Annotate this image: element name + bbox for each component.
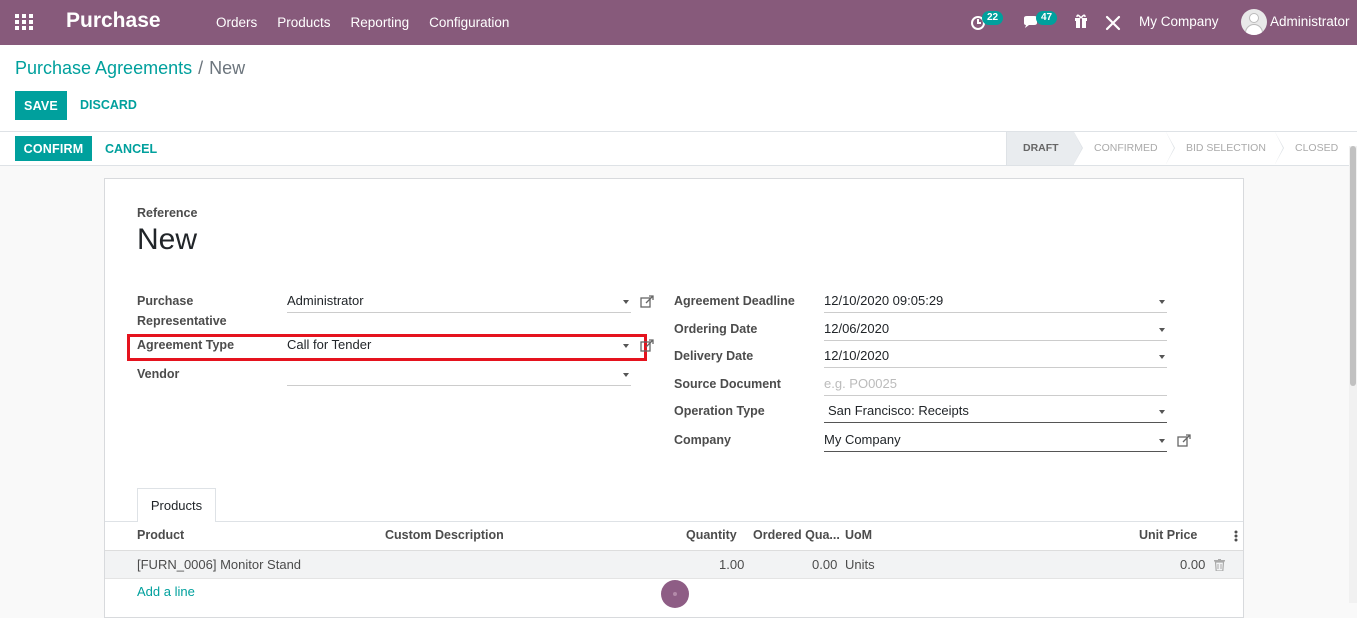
company-field[interactable]: My Company	[824, 430, 1167, 452]
purchase-rep-value: Administrator	[287, 293, 364, 308]
reference-label: Reference	[137, 206, 198, 220]
loading-spinner	[661, 580, 689, 608]
dropdown-caret-icon	[1159, 410, 1165, 414]
source-document-label: Source Document	[674, 377, 781, 391]
add-line-link[interactable]: Add a line	[137, 584, 195, 599]
stage-closed[interactable]: CLOSED	[1275, 132, 1348, 165]
activity-menu[interactable]: 22	[968, 11, 1008, 33]
external-link-icon[interactable]	[640, 295, 654, 309]
purchase-rep-field[interactable]: Administrator	[287, 291, 631, 313]
menu-reporting[interactable]: Reporting	[341, 0, 420, 45]
page-scrollbar[interactable]	[1349, 146, 1357, 603]
ordering-date-label: Ordering Date	[674, 322, 758, 336]
optional-columns-icon[interactable]	[1234, 530, 1238, 542]
dropdown-caret-icon	[623, 344, 629, 348]
cell-product: [FURN_0006] Monitor Stand	[137, 557, 302, 572]
cell-uom: Units	[845, 557, 875, 572]
dropdown-caret-icon	[623, 300, 629, 304]
agreement-deadline-value: 12/10/2020 09:05:29	[824, 293, 944, 308]
breadcrumb: Purchase Agreements / New	[15, 58, 245, 79]
user-avatar[interactable]	[1241, 9, 1267, 35]
breadcrumb-parent[interactable]: Purchase Agreements	[15, 58, 192, 78]
external-link-icon[interactable]	[1177, 434, 1191, 448]
vendor-label: Vendor	[137, 367, 180, 381]
table-row[interactable]: [FURN_0006] Monitor Stand 1.00 0.00 Unit…	[105, 551, 1243, 579]
menu-products[interactable]: Products	[267, 0, 340, 45]
menu-orders[interactable]: Orders	[206, 0, 267, 45]
vendor-field[interactable]	[287, 364, 631, 386]
top-navbar: Purchase Orders Products Reporting Confi…	[0, 0, 1357, 45]
agreement-type-value: Call for Tender	[287, 337, 372, 352]
cell-quantity: 1.00	[719, 557, 745, 572]
status-bar: DRAFT CONFIRMED BID SELECTION CLOSED	[1006, 132, 1348, 165]
breadcrumb-current: New	[209, 58, 246, 78]
delivery-date-field[interactable]: 12/10/2020	[824, 346, 1167, 368]
stage-draft[interactable]: DRAFT	[1006, 132, 1083, 165]
dropdown-caret-icon	[1159, 300, 1165, 304]
stage-bid-selection-label: BID SELECTION	[1186, 142, 1266, 154]
agreement-type-field[interactable]: Call for Tender	[287, 335, 631, 357]
breadcrumb-separator: /	[198, 58, 204, 78]
user-menu[interactable]: Administrator	[1270, 14, 1350, 29]
external-link-icon[interactable]	[640, 339, 654, 353]
column-uom[interactable]: UoM	[845, 528, 872, 542]
dropdown-caret-icon	[1159, 355, 1165, 359]
column-unit-price[interactable]: Unit Price	[1139, 528, 1197, 542]
column-product[interactable]: Product	[137, 528, 184, 542]
column-custom-description[interactable]: Custom Description	[385, 528, 504, 542]
stage-confirmed[interactable]: CONFIRMED	[1074, 132, 1175, 165]
purchase-rep-label-line1: Purchase	[137, 294, 194, 308]
delivery-date-value: 12/10/2020	[824, 348, 890, 363]
agreement-deadline-field[interactable]: 12/10/2020 09:05:29	[824, 291, 1167, 313]
operation-type-label: Operation Type	[674, 404, 765, 418]
company-value: My Company	[824, 432, 901, 447]
dropdown-caret-icon	[623, 373, 629, 377]
cell-ordered-quantity: 0.00	[812, 557, 838, 572]
activity-count-badge: 22	[982, 11, 1004, 25]
scrollbar-thumb[interactable]	[1350, 146, 1356, 386]
source-document-placeholder: e.g. PO0025	[824, 376, 897, 391]
purchase-rep-label-line2: Representative	[137, 314, 227, 328]
discard-button[interactable]: DISCARD	[80, 98, 137, 112]
dropdown-caret-icon	[1159, 439, 1165, 443]
purchase-rep-label: Purchase Representative	[137, 291, 227, 331]
messages-menu[interactable]: 47	[1021, 11, 1061, 33]
reference-value: New	[137, 223, 198, 256]
app-switcher-icon[interactable]	[15, 14, 33, 31]
operation-type-value: San Francisco: Receipts	[828, 403, 969, 418]
form-status-header: CONFIRM CANCEL DRAFT CONFIRMED BID SELEC…	[0, 132, 1357, 166]
save-button[interactable]: SAVE	[15, 91, 67, 120]
main-menu: Orders Products Reporting Configuration	[206, 0, 519, 45]
gift-icon[interactable]	[1073, 13, 1089, 29]
agreement-deadline-label: Agreement Deadline	[674, 294, 795, 308]
confirm-button[interactable]: CONFIRM	[15, 136, 92, 161]
form-sheet: Reference New Purchase Representative Ad…	[104, 178, 1244, 618]
operation-type-field[interactable]: San Francisco: Receipts	[824, 401, 1167, 423]
debug-tools-icon[interactable]	[1105, 15, 1121, 31]
control-panel: Purchase Agreements / New SAVE DISCARD	[0, 45, 1357, 132]
company-switcher[interactable]: My Company	[1139, 14, 1219, 29]
company-label: Company	[674, 433, 731, 447]
cancel-button[interactable]: CANCEL	[105, 142, 157, 156]
delivery-date-label: Delivery Date	[674, 349, 754, 363]
stage-confirmed-label: CONFIRMED	[1094, 142, 1158, 154]
stage-draft-label: DRAFT	[1023, 142, 1059, 154]
tab-products[interactable]: Products	[137, 488, 216, 522]
source-document-field[interactable]: e.g. PO0025	[824, 374, 1167, 396]
products-table-header: Product Custom Description Quantity Orde…	[105, 522, 1243, 551]
cell-unit-price: 0.00	[1180, 557, 1206, 572]
app-title[interactable]: Purchase	[66, 9, 161, 33]
column-ordered-quantity[interactable]: Ordered Qua...	[753, 528, 840, 542]
agreement-type-label: Agreement Type	[137, 338, 235, 352]
stage-closed-label: CLOSED	[1295, 142, 1339, 154]
stage-bid-selection[interactable]: BID SELECTION	[1166, 132, 1284, 165]
column-quantity[interactable]: Quantity	[686, 528, 737, 542]
messages-count-badge: 47	[1036, 11, 1058, 25]
ordering-date-field[interactable]: 12/06/2020	[824, 319, 1167, 341]
trash-icon[interactable]	[1214, 559, 1225, 571]
ordering-date-value: 12/06/2020	[824, 321, 890, 336]
menu-configuration[interactable]: Configuration	[419, 0, 519, 45]
dropdown-caret-icon	[1159, 328, 1165, 332]
